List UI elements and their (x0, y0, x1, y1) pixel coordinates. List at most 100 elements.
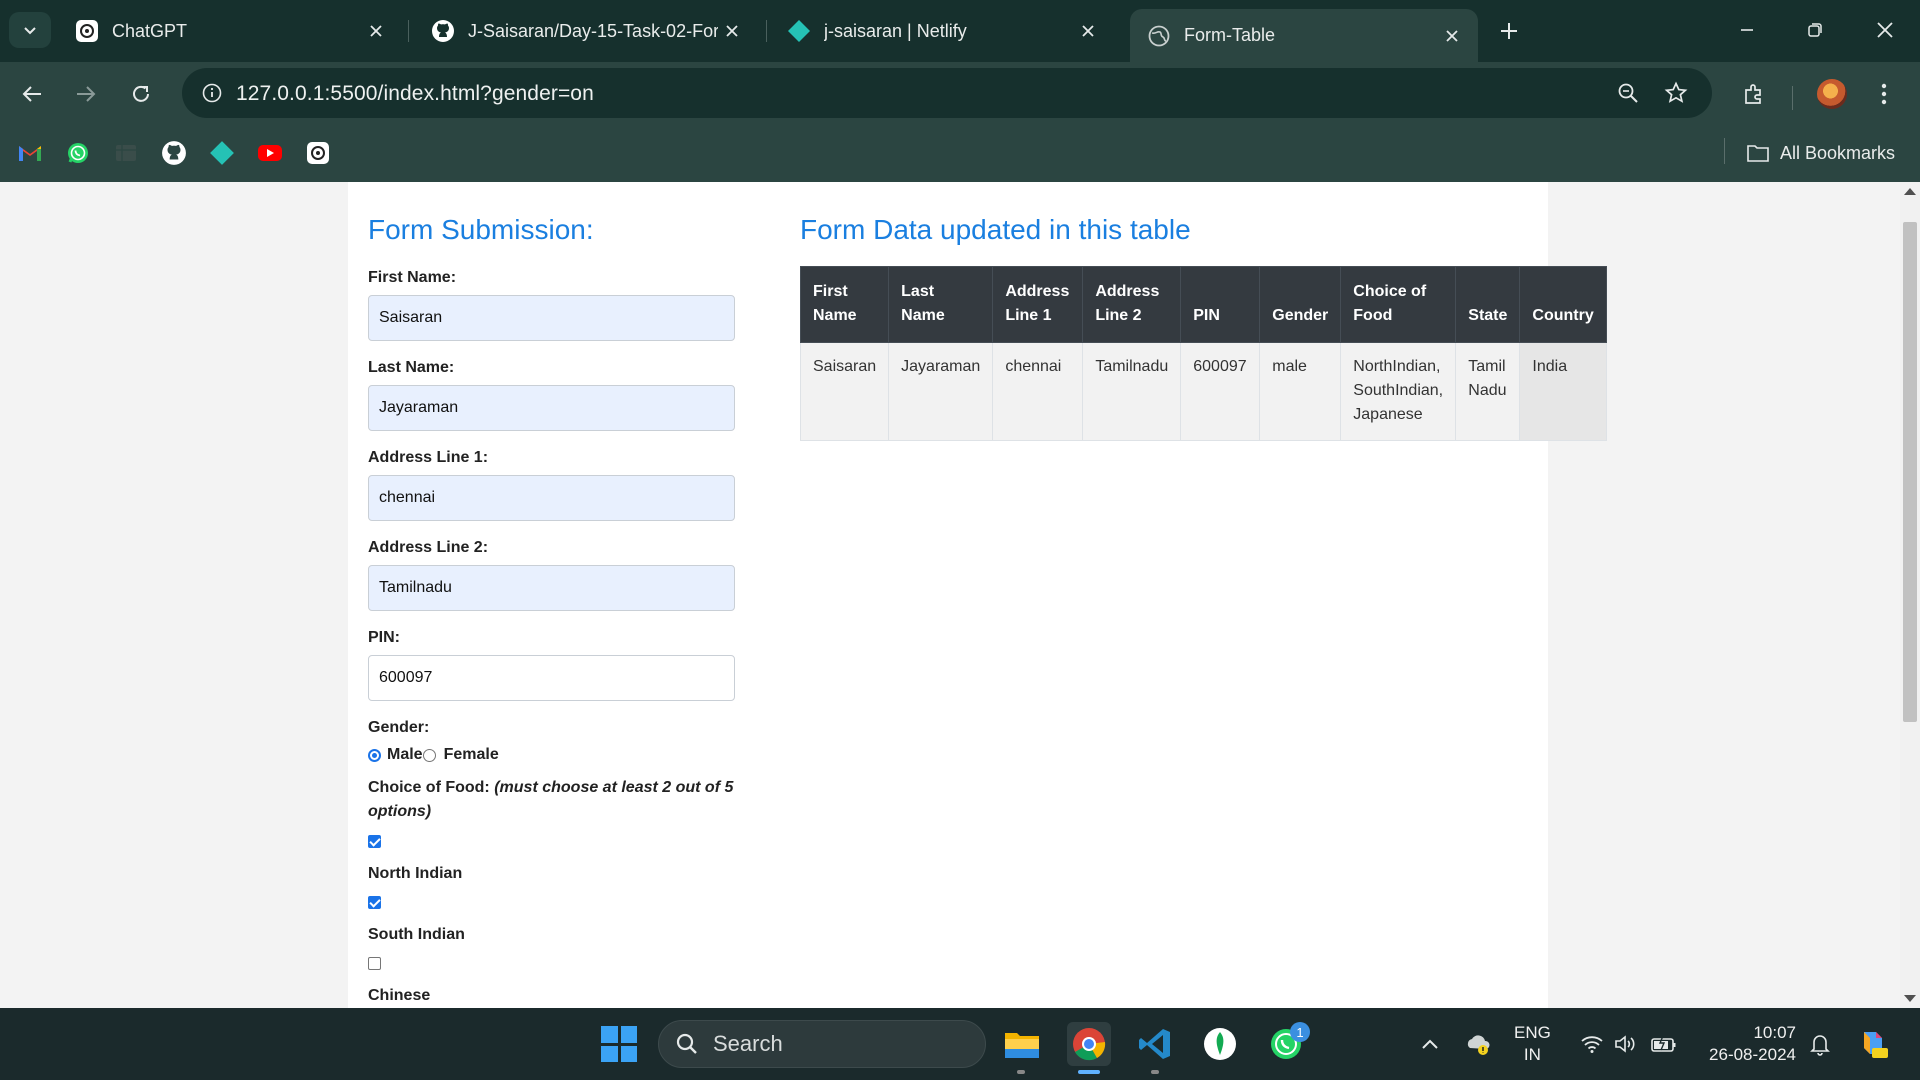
close-icon[interactable] (362, 17, 390, 45)
gmail-icon[interactable] (15, 138, 45, 168)
youtube-icon[interactable] (255, 138, 285, 168)
star-icon[interactable] (1658, 75, 1694, 111)
bookmark-icon[interactable] (111, 138, 141, 168)
page-scrollbar[interactable] (1900, 182, 1920, 1008)
address-line-1-label: Address Line 1: (368, 449, 489, 466)
form-data-table: First Name Last Name Address Line 1 Addr… (799, 266, 1607, 441)
chevron-down-icon (24, 27, 36, 35)
windows-start-icon[interactable] (601, 1026, 637, 1062)
scroll-up-arrow-icon[interactable] (1904, 188, 1916, 195)
tab-github[interactable]: J-Saisaran/Day-15-Task-02-Form (414, 9, 758, 53)
cell-address-line-1: chennai (992, 342, 1084, 441)
chrome-icon[interactable] (1067, 1022, 1111, 1066)
last-name-field[interactable] (368, 385, 735, 431)
new-tab-button[interactable] (1492, 14, 1526, 48)
minimize-button[interactable] (1724, 8, 1770, 52)
active-app-indicator (1078, 1070, 1100, 1074)
header-state: State (1455, 266, 1521, 343)
battery-icon[interactable] (1650, 1030, 1678, 1058)
restore-button[interactable] (1792, 8, 1838, 52)
notification-bell-icon[interactable] (1806, 1030, 1834, 1058)
toolbar-separator (1792, 86, 1793, 110)
table-title: Form Data updated in this table (800, 214, 1191, 245)
reload-icon (133, 85, 149, 102)
globe-icon (1146, 23, 1172, 49)
cell-address-line-2: Tamilnadu (1082, 342, 1182, 441)
tab-title: Form-Table (1184, 25, 1276, 45)
header-address-line-1: Address Line 1 (992, 266, 1084, 343)
windows-taskbar: Search 1 ENG IN 10:07 26-08-2024 (0, 1008, 1920, 1080)
scrollbar-thumb[interactable] (1903, 222, 1917, 722)
pin-label: PIN: (368, 629, 400, 646)
form-title: Form Submission: (368, 214, 594, 245)
file-explorer-icon[interactable] (1000, 1022, 1044, 1066)
tab-separator (766, 20, 767, 42)
all-bookmarks-button[interactable]: All Bookmarks (1746, 136, 1895, 170)
north-indian-checkbox[interactable] (368, 835, 381, 848)
wifi-icon[interactable] (1578, 1030, 1606, 1058)
chinese-checkbox[interactable] (368, 957, 381, 970)
gender-options: Male Female (368, 746, 499, 764)
address-line-2-field[interactable] (368, 565, 735, 611)
address-line-2-label: Address Line 2: (368, 539, 489, 556)
header-gender: Gender (1259, 266, 1342, 343)
first-name-field[interactable] (368, 295, 735, 341)
close-icon[interactable] (1074, 17, 1102, 45)
south-indian-checkbox[interactable] (368, 896, 381, 909)
app-indicator (1017, 1070, 1025, 1074)
github-icon (430, 18, 456, 44)
volume-icon[interactable] (1612, 1030, 1640, 1058)
plus-icon (1501, 23, 1517, 39)
gender-female-label: Female (443, 746, 499, 763)
gender-female-radio[interactable] (422, 748, 436, 762)
header-last-name: Last Name (888, 266, 994, 343)
address-line-1-field[interactable] (368, 475, 735, 521)
app-indicator (1151, 1070, 1159, 1074)
taskbar-search[interactable]: Search (658, 1020, 986, 1068)
first-name-label: First Name: (368, 269, 457, 286)
gender-male-radio[interactable] (368, 748, 381, 762)
cell-gender: male (1259, 342, 1342, 441)
forward-button[interactable] (66, 74, 106, 114)
language-indicator[interactable]: ENG IN (1514, 1022, 1551, 1066)
close-icon[interactable] (1438, 22, 1466, 50)
onedrive-icon[interactable] (1464, 1030, 1492, 1058)
scroll-down-arrow-icon[interactable] (1904, 995, 1916, 1002)
extensions-icon[interactable] (1734, 74, 1774, 114)
pin-field[interactable] (368, 655, 735, 701)
site-info-icon[interactable] (192, 73, 232, 113)
bookmarks-bar: All Bookmarks (0, 124, 1920, 182)
close-icon[interactable] (718, 17, 746, 45)
clock-time: 10:07 (1753, 1023, 1796, 1042)
browser-toolbar: 127.0.0.1:5500/index.html?gender=on (0, 62, 1920, 124)
taskbar-clock[interactable]: 10:07 26-08-2024 (1700, 1022, 1796, 1066)
zoom-icon[interactable] (1610, 75, 1646, 111)
mongodb-compass-icon[interactable] (1198, 1022, 1242, 1066)
whatsapp-icon[interactable] (63, 138, 93, 168)
reload-button[interactable] (121, 74, 161, 114)
copilot-icon[interactable] (1856, 1026, 1890, 1060)
close-window-button[interactable] (1862, 8, 1908, 52)
notification-badge: 1 (1290, 1022, 1310, 1042)
github-icon[interactable] (159, 138, 189, 168)
menu-button[interactable] (1864, 74, 1904, 114)
tab-netlify[interactable]: j-saisaran | Netlify (770, 9, 1114, 53)
tab-search-button[interactable] (9, 12, 51, 48)
page-viewport: Form Submission: First Name: Last Name: … (0, 182, 1900, 1008)
tab-chatgpt[interactable]: ChatGPT (58, 9, 402, 53)
back-button[interactable] (12, 74, 52, 114)
netlify-icon[interactable] (207, 138, 237, 168)
chatgpt-icon (74, 18, 100, 44)
address-bar[interactable]: 127.0.0.1:5500/index.html?gender=on (182, 68, 1712, 118)
chevron-up-icon[interactable] (1416, 1030, 1444, 1058)
header-address-line-2: Address Line 2 (1082, 266, 1182, 343)
tab-form-table[interactable]: Form-Table (1130, 9, 1478, 62)
chatgpt-icon[interactable] (303, 138, 333, 168)
header-pin: PIN (1180, 266, 1261, 343)
chinese-label: Chinese (368, 987, 431, 1004)
url-text[interactable]: 127.0.0.1:5500/index.html?gender=on (236, 82, 594, 106)
vscode-icon[interactable] (1133, 1022, 1177, 1066)
tab-title: j-saisaran | Netlify (824, 20, 967, 41)
profile-avatar[interactable] (1812, 74, 1852, 114)
tab-separator (408, 20, 409, 42)
